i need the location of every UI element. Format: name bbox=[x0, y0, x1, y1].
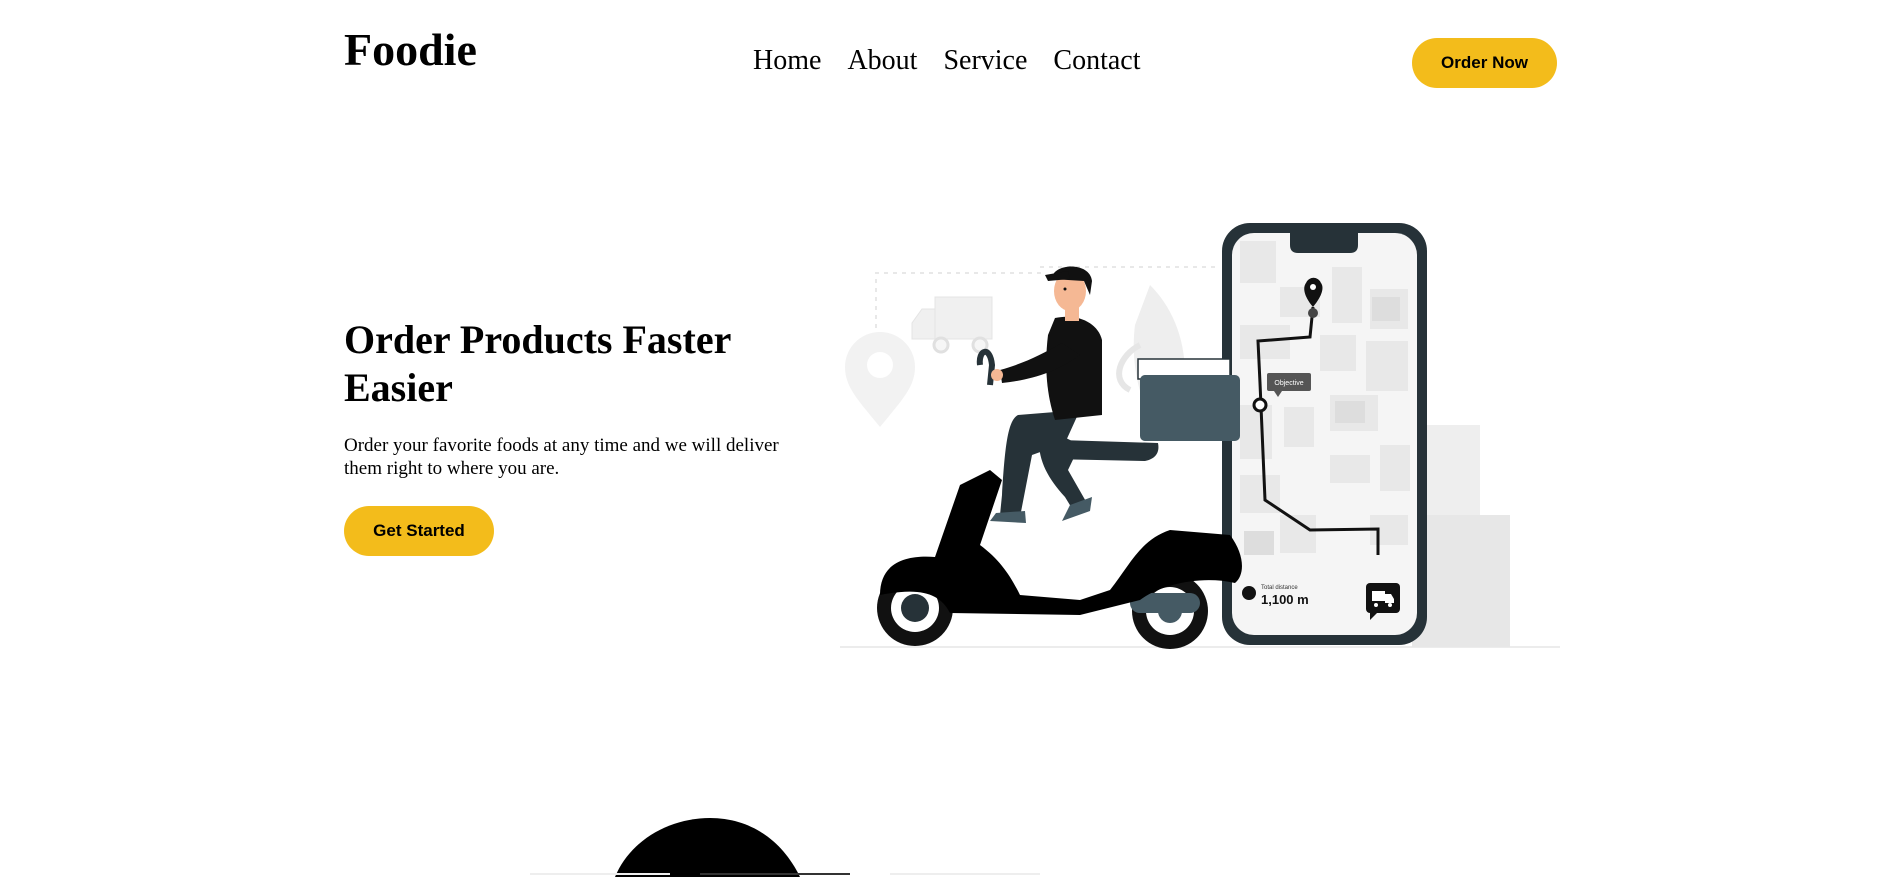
delivery-illustration: Objective Total distance 1,100 m bbox=[840, 223, 1560, 649]
main-nav: Home About Service Contact bbox=[753, 44, 1141, 78]
nav-home-link[interactable]: Home bbox=[753, 44, 821, 78]
nav-about-link[interactable]: About bbox=[847, 44, 917, 78]
distance-label: Total distance bbox=[1261, 585, 1298, 591]
order-now-button[interactable]: Order Now bbox=[1412, 38, 1557, 88]
objective-label: Objective bbox=[1274, 380, 1303, 387]
logo[interactable]: Foodie bbox=[344, 22, 477, 78]
get-started-button[interactable]: Get Started bbox=[344, 506, 494, 556]
location-pin-icon bbox=[845, 332, 915, 427]
hero-description: Order your favorite foods at any time an… bbox=[344, 435, 779, 479]
truck-icon bbox=[911, 296, 993, 354]
nav-service-link[interactable]: Service bbox=[943, 44, 1027, 78]
phone-map-illustration: Objective Total distance 1,100 m bbox=[1222, 223, 1427, 645]
nav-contact-link[interactable]: Contact bbox=[1053, 44, 1140, 78]
distance-value: 1,100 m bbox=[1261, 592, 1309, 607]
hero-title: Order Products Faster Easier bbox=[344, 317, 731, 410]
next-section-illustration bbox=[530, 818, 1040, 877]
